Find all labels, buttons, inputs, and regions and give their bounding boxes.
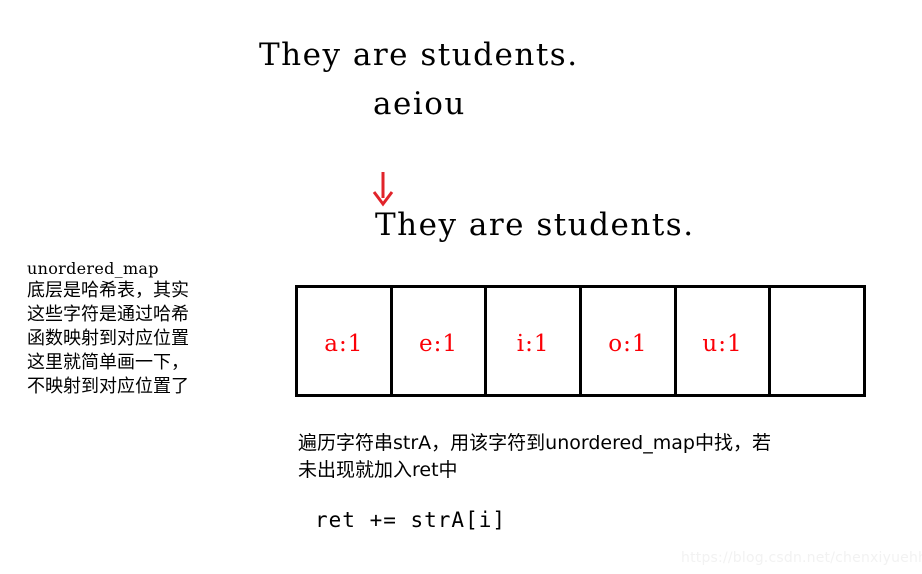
input-string-text: They are students. [259, 37, 579, 73]
note-line: 函数映射到对应位置 [27, 328, 189, 349]
hash-cell-label: e:1 [419, 331, 458, 357]
description-line: 遍历字符串strA，用该字符到unordered_map中找，若 [298, 432, 771, 454]
hash-cell: u:1 [677, 288, 772, 394]
note-line: 这里就简单画一下， [27, 352, 189, 373]
algorithm-description: 遍历字符串strA，用该字符到unordered_map中找，若 未出现就加入r… [298, 430, 878, 484]
vowel-string-text: aeiou [373, 86, 466, 122]
hash-cell-label: a:1 [324, 331, 364, 357]
hash-cell: a:1 [298, 288, 393, 394]
note-line: 不映射到对应位置了 [27, 376, 189, 397]
hash-table: a:1 e:1 i:1 o:1 u:1 [295, 285, 866, 397]
result-string-text: They are students. [375, 207, 695, 243]
hash-cell: o:1 [582, 288, 677, 394]
note-title: unordered_map [27, 259, 159, 278]
hash-cell-label: u:1 [702, 331, 743, 357]
note-line: 这些字符是通过哈希 [27, 304, 189, 325]
arrow-down-icon [370, 168, 404, 208]
unordered-map-note: unordered_map 底层是哈希表，其实 这些字符是通过哈希 函数映射到对… [27, 258, 242, 399]
diagram-canvas: They are students. aeiou They are studen… [0, 0, 922, 574]
hash-cell-label: i:1 [516, 331, 550, 357]
hash-cell: i:1 [487, 288, 583, 394]
hash-cell: e:1 [393, 288, 488, 394]
watermark-url: https://blog.csdn.net/chenxiyuehh [681, 550, 922, 566]
code-statement: ret += strA[i] [315, 508, 507, 532]
hash-cell-empty [771, 288, 863, 394]
description-line: 未出现就加入ret中 [298, 459, 458, 481]
note-line: 底层是哈希表，其实 [27, 280, 189, 301]
hash-cell-label: o:1 [608, 331, 648, 357]
